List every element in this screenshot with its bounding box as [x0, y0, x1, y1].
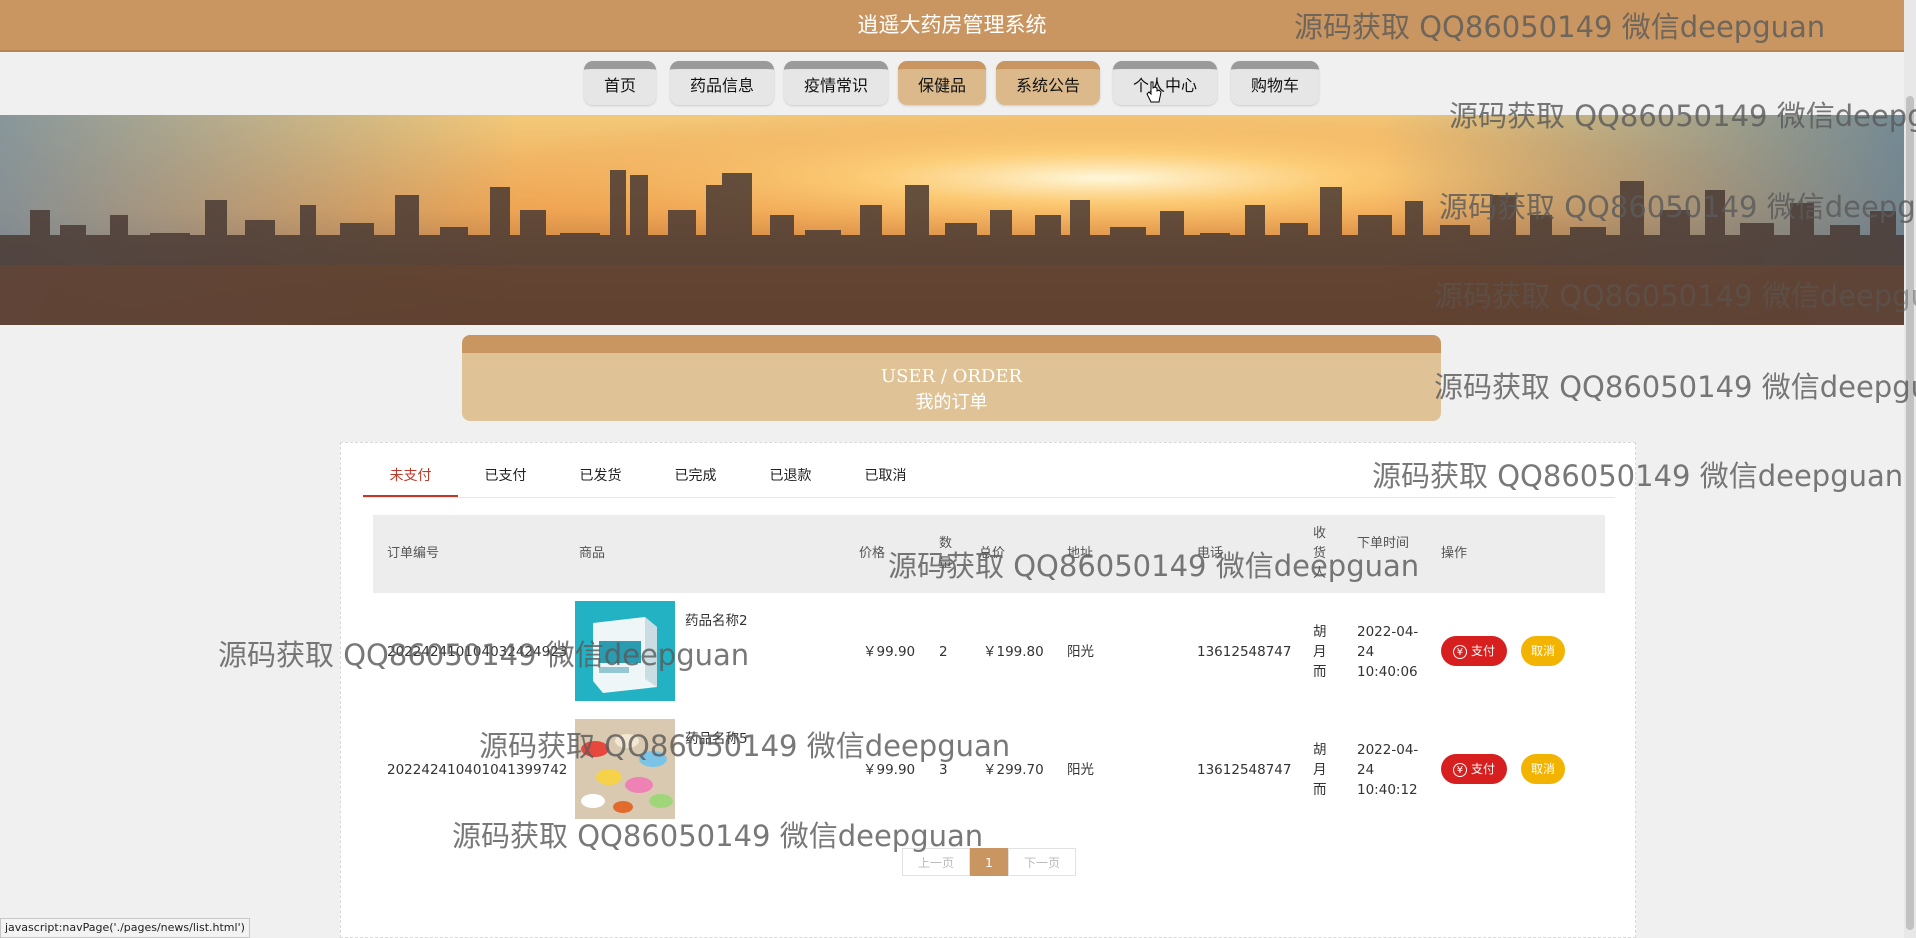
tab-cancelled[interactable]: 已取消 [838, 461, 933, 497]
product-name[interactable]: 药品名称5 [685, 729, 748, 749]
phone: 13612548747 [1197, 644, 1292, 660]
total: ￥199.80 [983, 644, 1044, 660]
order-time: 2022-04-24 10:40:06 [1357, 624, 1419, 680]
order-no: 202242410401041399742 [387, 762, 568, 778]
header-receiver: 收货人 [1313, 526, 1327, 581]
order-section-header: USER / ORDER 我的订单 [462, 335, 1441, 421]
cancel-button[interactable]: 取消 [1521, 754, 1565, 784]
product-image[interactable] [575, 719, 675, 819]
nav-health[interactable]: 保健品 [898, 61, 986, 105]
nav-cart[interactable]: 购物车 [1231, 61, 1319, 105]
pay-button[interactable]: ¥ 支付 [1441, 754, 1507, 784]
tab-refunded[interactable]: 已退款 [743, 461, 838, 497]
pay-button[interactable]: ¥ 支付 [1441, 636, 1507, 666]
order-no: 202242410104032424923 [387, 644, 568, 660]
price: ￥99.90 [863, 762, 916, 778]
city-banner [0, 115, 1904, 325]
order-header-en: USER / ORDER [880, 366, 1023, 387]
pay-label: 支付 [1470, 762, 1495, 776]
site-header: 逍遥大药房管理系统 [0, 0, 1904, 52]
prev-page-button[interactable]: 上一页 [902, 848, 970, 876]
nav-epidemic[interactable]: 疫情常识 [784, 61, 888, 105]
receiver: 胡月而 [1313, 742, 1327, 798]
phone: 13612548747 [1197, 762, 1292, 778]
cancel-button[interactable]: 取消 [1521, 636, 1565, 666]
product-name[interactable]: 药品名称2 [685, 611, 748, 631]
nav-drugs[interactable]: 药品信息 [670, 61, 774, 105]
tab-paid[interactable]: 已支付 [458, 461, 553, 497]
price: ￥99.90 [863, 644, 916, 660]
header-price: 价格 [859, 546, 886, 561]
header-total: 总价 [979, 546, 1006, 561]
next-page-button[interactable]: 下一页 [1008, 848, 1076, 876]
header-qty: 数量 [939, 536, 953, 571]
browser-status-bar: javascript:navPage('./pages/news/list.ht… [0, 918, 250, 938]
header-actions: 操作 [1441, 546, 1468, 561]
header-order-no: 订单编号 [387, 546, 440, 561]
tab-shipped[interactable]: 已发货 [553, 461, 648, 497]
table-header: 订单编号 商品 价格 数量 总价 地址 电话 收货人 下单时间 操作 [373, 515, 1605, 593]
scrollbar-thumb[interactable] [1906, 96, 1914, 930]
product-image-box [575, 601, 675, 701]
order-status-tabs: 未支付 已支付 已发货 已完成 已退款 已取消 [363, 461, 1615, 498]
pills-image [575, 719, 675, 819]
order-header-cn: 我的订单 [915, 392, 988, 413]
product-image[interactable] [575, 601, 675, 701]
nav-home[interactable]: 首页 [584, 61, 656, 105]
nav-notice[interactable]: 系统公告 [996, 61, 1100, 105]
watermark-text: 源码获取 QQ86050149 微信deepguan [1434, 370, 1916, 404]
total: ￥299.70 [983, 762, 1044, 778]
header-phone: 电话 [1197, 546, 1224, 561]
yen-icon: ¥ [1452, 762, 1467, 777]
page-scrollbar[interactable] [1904, 0, 1916, 938]
order-time: 2022-04-24 10:40:12 [1357, 742, 1419, 798]
yen-icon: ¥ [1452, 644, 1467, 659]
quantity: 2 [939, 644, 948, 660]
table-row: 202242410401041399742 药品名称5 ￥99.90 3 ￥29… [373, 711, 1605, 829]
tab-completed[interactable]: 已完成 [648, 461, 743, 497]
tab-unpaid[interactable]: 未支付 [363, 461, 458, 497]
pay-label: 支付 [1470, 644, 1495, 658]
cursor-icon [1146, 81, 1162, 103]
header-time: 下单时间 [1357, 536, 1410, 551]
page-1-button[interactable]: 1 [970, 848, 1008, 876]
header-address: 地址 [1067, 546, 1094, 561]
header-product: 商品 [579, 546, 606, 561]
address: 阳光 [1067, 762, 1094, 778]
address: 阳光 [1067, 644, 1094, 660]
receiver: 胡月而 [1313, 624, 1327, 680]
order-panel: 未支付 已支付 已发货 已完成 已退款 已取消 订单编号 商品 价格 数量 总价… [340, 442, 1636, 938]
city-skyline-image [0, 115, 1904, 325]
table-row: 202242410104032424923 药品名称2 ￥99.90 2 ￥19… [373, 593, 1605, 711]
nav-personal[interactable]: 个人中心 [1113, 61, 1217, 105]
site-title: 逍遥大药房管理系统 [857, 13, 1047, 37]
quantity: 3 [939, 762, 948, 778]
main-nav: 首页 药品信息 疫情常识 保健品 系统公告 个人中心 购物车 [0, 61, 1904, 105]
